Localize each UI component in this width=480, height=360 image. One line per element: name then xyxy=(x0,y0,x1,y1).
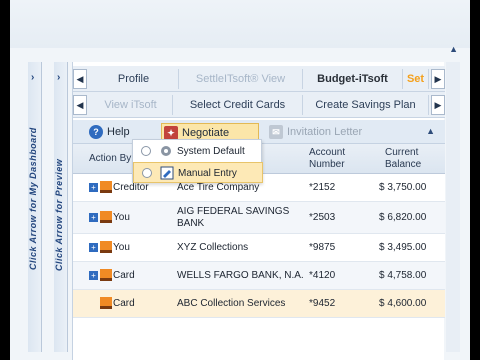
edit-icon xyxy=(160,166,174,180)
collapse-top-icon[interactable]: ▲ xyxy=(449,44,458,54)
help-button[interactable]: ? Help xyxy=(87,123,131,141)
tab-select-credit-cards[interactable]: Select Credit Cards xyxy=(173,95,303,115)
radio-button[interactable] xyxy=(141,146,151,156)
balance-cell: $ 3,495.00 xyxy=(379,242,427,253)
bank-icon xyxy=(100,181,112,193)
tab-bar-primary: ◀ Profile SettleITsoft® View Budget-iTso… xyxy=(73,66,445,92)
help-icon: ? xyxy=(89,125,103,139)
table-row[interactable]: + You AIG FEDERAL SAVINGS BANK *2503 $ 6… xyxy=(73,202,445,234)
expand-icon[interactable]: + xyxy=(89,183,98,192)
creditor-cell: WELLS FARGO BANK, N.A. xyxy=(177,270,304,281)
table-row[interactable]: + Card WELLS FARGO BANK, N.A. *4120 $ 4,… xyxy=(73,262,445,290)
invitation-letter-label: Invitation Letter xyxy=(287,126,363,138)
expand-icon[interactable]: + xyxy=(89,213,98,222)
bank-icon xyxy=(100,241,112,253)
main-panel: ◀ Profile SettleITsoft® View Budget-iTso… xyxy=(72,62,445,360)
help-label: Help xyxy=(107,126,130,138)
menu-item-label: System Default xyxy=(177,146,245,157)
bank-icon xyxy=(100,211,112,223)
header-current-balance[interactable]: Current Balance xyxy=(385,147,435,171)
account-cell: *9875 xyxy=(309,242,336,253)
preview-sidebar[interactable]: › Click Arrow for Preview xyxy=(54,62,68,352)
creditor-cell: XYZ Collections xyxy=(177,242,249,253)
account-cell: *9452 xyxy=(309,298,336,309)
action-by-cell: Card xyxy=(113,298,135,309)
app-window: ▲ › Click Arrow for My Dashboard › Click… xyxy=(10,0,470,360)
letter-icon: ✉ xyxy=(269,125,283,139)
action-by-cell: Creditor xyxy=(113,182,149,193)
bank-icon xyxy=(100,269,112,281)
tab-view-itsoft[interactable]: View iTsoft xyxy=(89,95,173,115)
header-account-number[interactable]: Account Number xyxy=(309,147,359,171)
balance-cell: $ 3,750.00 xyxy=(379,182,427,193)
bank-icon xyxy=(100,297,112,309)
dashboard-sidebar[interactable]: › Click Arrow for My Dashboard xyxy=(28,62,42,352)
expand-icon[interactable]: + xyxy=(89,243,98,252)
tab-create-savings-plan[interactable]: Create Savings Plan xyxy=(303,95,429,115)
tab-profile[interactable]: Profile xyxy=(89,69,179,89)
menu-item-label: Manual Entry xyxy=(178,168,237,179)
tab-prev-button[interactable]: ◀ xyxy=(73,69,87,89)
menu-item-system-default[interactable]: System Default xyxy=(133,141,263,162)
action-by-cell: You xyxy=(113,242,130,253)
chevron-right-icon[interactable]: › xyxy=(57,72,60,83)
tab-next-button[interactable]: ▶ xyxy=(431,69,445,89)
subtab-prev-button[interactable]: ◀ xyxy=(73,95,87,115)
balance-cell: $ 4,758.00 xyxy=(379,270,427,281)
account-cell: *2152 xyxy=(309,182,336,193)
negotiate-mode-menu: System Default Manual Entry xyxy=(132,139,263,183)
tab-settle[interactable]: Set xyxy=(403,69,429,89)
gear-icon xyxy=(161,146,171,156)
account-cell: *2503 xyxy=(309,212,336,223)
creditor-cell: AIG FEDERAL SAVINGS BANK xyxy=(177,206,290,229)
right-scroll-area[interactable] xyxy=(446,62,460,352)
action-by-cell: Card xyxy=(113,270,135,281)
collapse-toolbar-icon[interactable]: ▲ xyxy=(426,126,435,136)
table-row[interactable]: + You XYZ Collections *9875 $ 3,495.00 xyxy=(73,234,445,262)
top-bar xyxy=(10,0,470,48)
account-cell: *4120 xyxy=(309,270,336,281)
tab-settleitsoft-view[interactable]: SettleITsoft® View xyxy=(179,69,303,89)
preview-sidebar-label: Click Arrow for Preview xyxy=(54,158,64,272)
balance-cell: $ 6,820.00 xyxy=(379,212,427,223)
menu-item-manual-entry[interactable]: Manual Entry xyxy=(133,162,263,183)
tab-budget-itsoft[interactable]: Budget-iTsoft xyxy=(303,69,403,89)
subtab-next-button[interactable]: ▶ xyxy=(431,95,445,115)
dashboard-sidebar-label: Click Arrow for My Dashboard xyxy=(28,127,38,271)
table-row-selected[interactable]: Card ABC Collection Services *9452 $ 4,6… xyxy=(73,290,445,318)
creditor-cell: ABC Collection Services xyxy=(177,298,286,309)
tab-bar-secondary: ◀ View iTsoft Select Credit Cards Create… xyxy=(73,92,445,118)
balance-cell: $ 4,600.00 xyxy=(379,298,427,309)
radio-button[interactable] xyxy=(142,168,152,178)
expand-icon[interactable]: + xyxy=(89,271,98,280)
action-by-cell: You xyxy=(113,212,130,223)
chevron-right-icon[interactable]: › xyxy=(31,72,34,83)
header-action-by[interactable]: Action By xyxy=(89,153,131,165)
negotiate-icon: ✦ xyxy=(164,126,178,140)
invitation-letter-button[interactable]: ✉ Invitation Letter xyxy=(267,123,367,141)
